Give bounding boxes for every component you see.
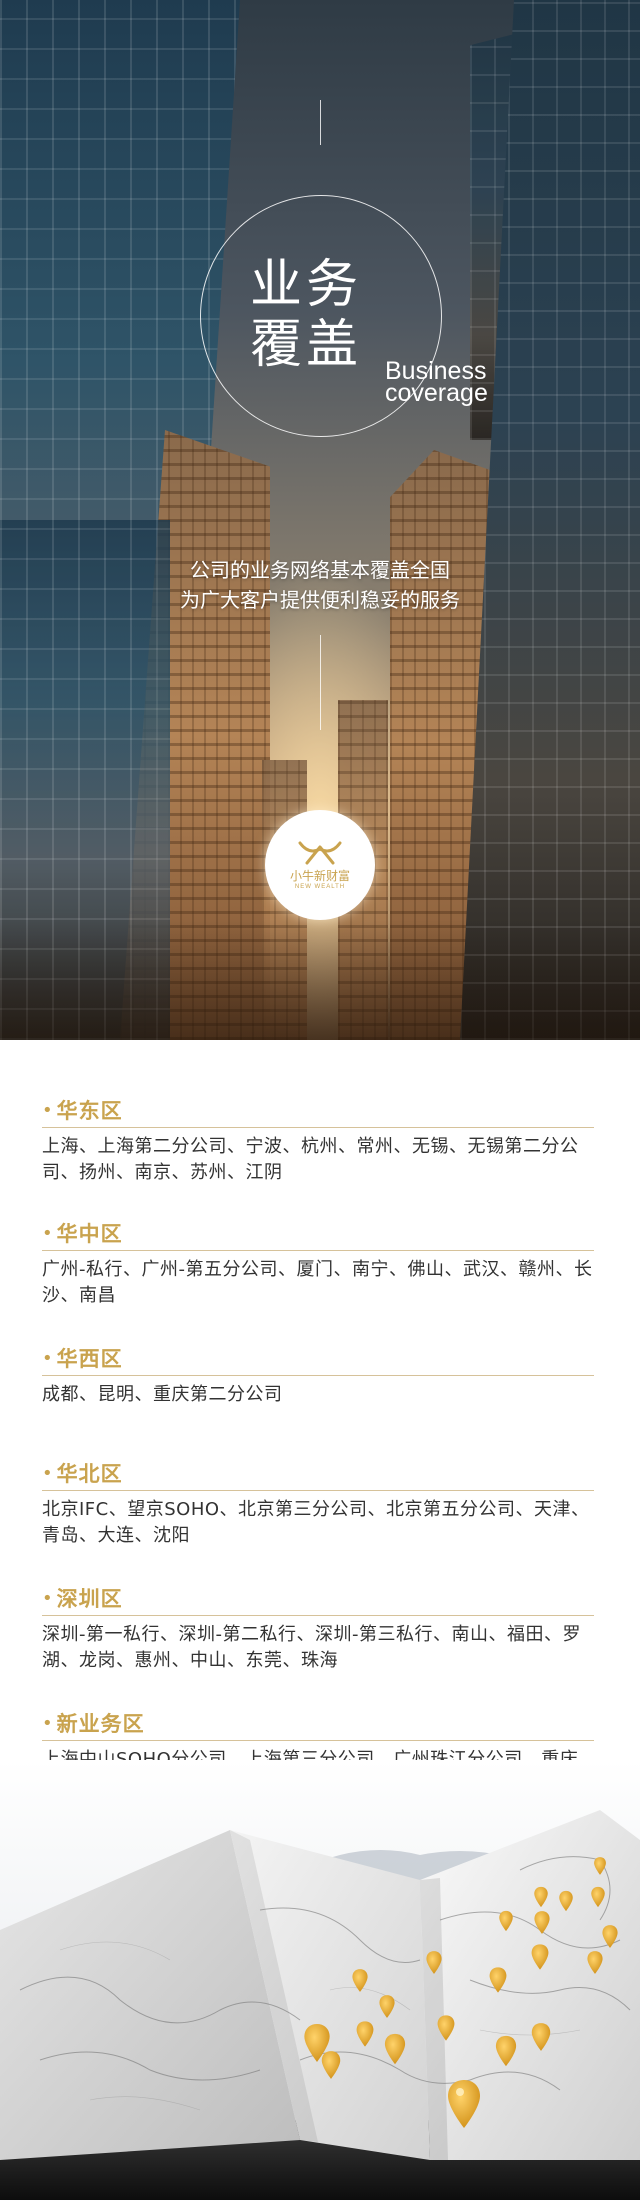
bull-horns-icon [298,841,342,865]
region-divider [42,1490,594,1491]
hero-title-en: Business coverage [385,359,488,407]
region-east: • 华东区 上海、上海第二分公司、宁波、杭州、常州、无锡、无锡第二分公司、扬州、南… [42,1095,594,1186]
region-name: 华西区 [56,1347,123,1371]
map-pin-icon [495,2035,517,2067]
map-pin-icon [384,2033,406,2065]
map-pin-icon [352,1969,368,1992]
hero-subtitle-line1: 公司的业务网络基本覆盖全国 [190,558,450,582]
map-pin-icon [534,1911,550,1934]
map-pin-icon [591,1886,605,1908]
map-pin-icon [321,2051,341,2079]
bullet-dot-icon: • [42,1222,53,1244]
logo-name: 小牛新财富 [289,869,350,883]
region-divider [42,1250,594,1251]
region-west: • 华西区 成都、昆明、重庆第二分公司 [42,1343,594,1408]
hero-street-shadow [0,920,640,1040]
top-divider-line [320,100,321,145]
map-pin-icon [594,1857,606,1875]
map-pin-icon [379,1995,395,2018]
region-divider [42,1740,594,1741]
bullet-dot-icon: • [42,1712,53,1734]
region-divider [42,1127,594,1128]
hero-title-cn: 业务 覆盖 [250,255,400,375]
hero-subtitle-line2: 为广大客户提供便利稳妥的服务 [180,588,460,612]
region-central: • 华中区 广州-私行、广州-第五分公司、厦门、南宁、佛山、武汉、赣州、长沙、南昌 [42,1218,594,1309]
region-divider [42,1615,594,1616]
poster: 业务 覆盖 Business coverage 公司的业务网络基本覆盖全国 为广… [0,0,640,2200]
map-pin-icon [437,2015,455,2041]
hero-title-line1: 业务 [250,255,363,315]
map-pin-icon [489,1967,507,1993]
region-name: 华中区 [56,1222,123,1246]
map-pin-icon [356,2021,374,2047]
map-pin-icon [448,2080,480,2128]
bullet-dot-icon: • [42,1099,53,1121]
region-name: 华北区 [56,1462,123,1486]
map-pin-icon [499,1910,513,1932]
region-cities: 深圳-第一私行、深圳-第二私行、深圳-第三私行、南山、福田、罗湖、龙岗、惠州、中… [42,1624,581,1671]
region-name: 深圳区 [56,1587,123,1611]
region-divider [42,1375,594,1376]
region-north: • 华北区 北京IFC、望京SOHO、北京第三分公司、北京第五分公司、天津、青岛、… [42,1458,594,1549]
map-pin-icon [531,2023,551,2051]
bullet-dot-icon: • [42,1347,53,1369]
region-name: 华东区 [56,1099,123,1123]
map-pin-icon [587,1951,603,1974]
region-cities: 成都、昆明、重庆第二分公司 [42,1384,283,1405]
china-map-illustration [0,1760,640,2200]
brand-logo: 小牛新财富 NEW WEALTH [265,810,375,920]
map-pin-icon [559,1890,573,1912]
bullet-dot-icon: • [42,1587,53,1609]
map-pin-icon [602,1925,618,1948]
map-pin-icon [531,1944,549,1970]
bottom-divider-line [320,635,321,730]
bullet-dot-icon: • [42,1462,53,1484]
region-shenzhen: • 深圳区 深圳-第一私行、深圳-第二私行、深圳-第三私行、南山、福田、罗湖、龙岗… [42,1583,594,1674]
region-cities: 北京IFC、望京SOHO、北京第三分公司、北京第五分公司、天津、青岛、大连、沈阳 [42,1499,590,1546]
map-pin-icon [426,1951,442,1974]
hero-banner: 业务 覆盖 Business coverage 公司的业务网络基本覆盖全国 为广… [0,0,640,1040]
hero-title-line2: 覆盖 [250,315,363,375]
region-name: 新业务区 [56,1712,145,1736]
map-pin-icon [534,1886,548,1908]
logo-en: NEW WEALTH [294,884,346,890]
region-cities: 广州-私行、广州-第五分公司、厦门、南宁、佛山、武汉、赣州、长沙、南昌 [42,1259,593,1306]
hero-title-en-line2: coverage [385,379,488,407]
folded-map-graphic [0,1760,640,2200]
region-cities: 上海、上海第二分公司、宁波、杭州、常州、无锡、无锡第二分公司、扬州、南京、苏州、… [42,1136,579,1183]
